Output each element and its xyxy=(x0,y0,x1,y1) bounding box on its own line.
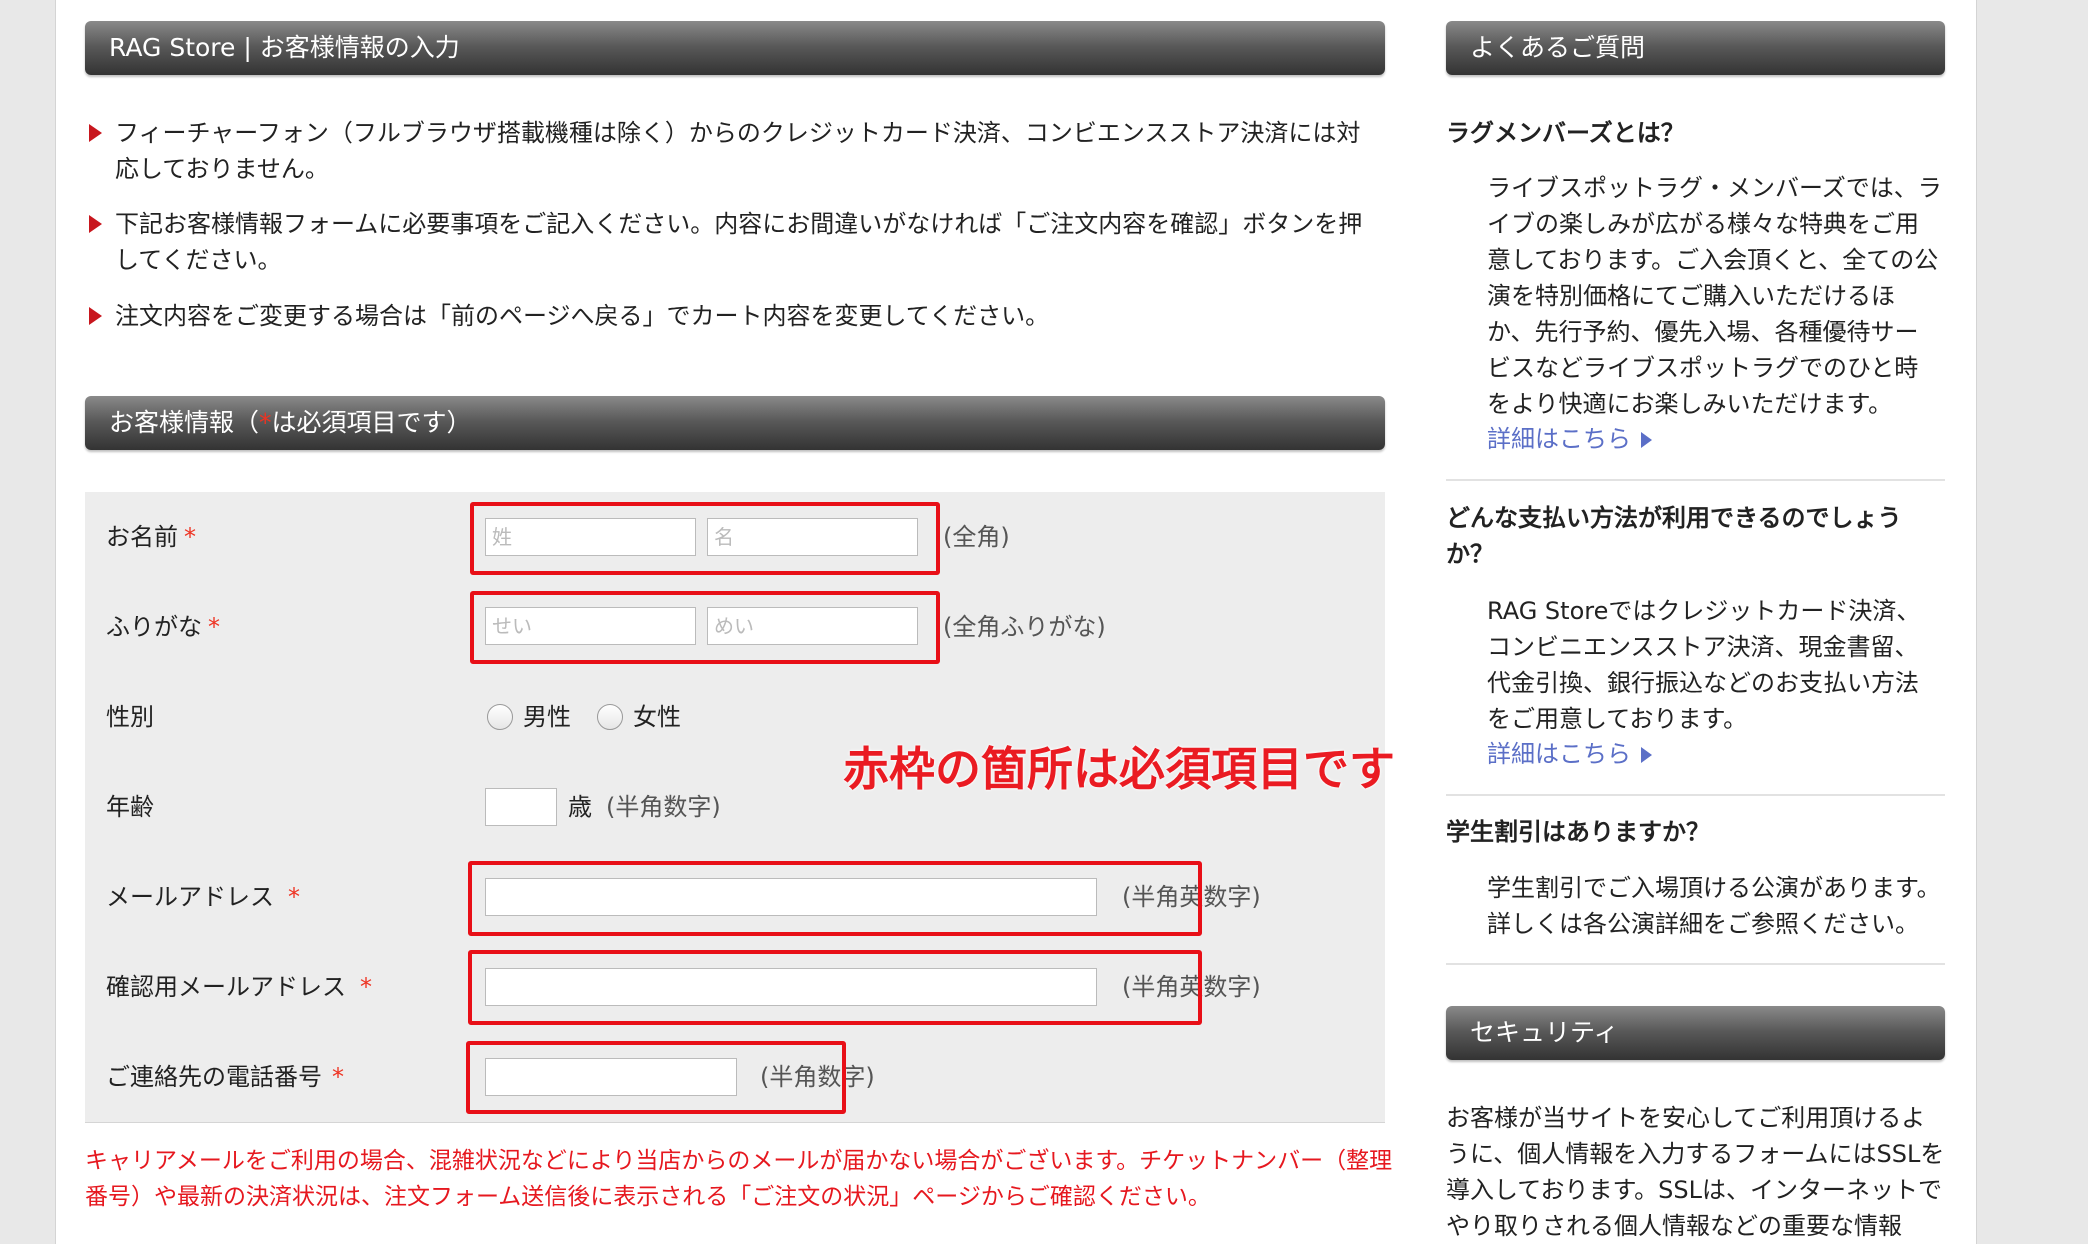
faq-answer: ライブスポットラグ・メンバーズでは、ライブの楽しみが広がる様々な特典をご用意して… xyxy=(1487,174,1942,418)
male-label[interactable]: 男性 xyxy=(523,702,571,732)
notice-item: 注文内容をご変更する場合は「前のページへ戻る」でカート内容を変更してください。 xyxy=(89,298,1379,334)
faq-question: ラグメンバーズとは？ xyxy=(1446,119,1685,147)
age-input[interactable] xyxy=(485,788,557,826)
required-mark: * xyxy=(208,613,220,641)
page-title: RAG Store | お客様情報の入力 xyxy=(109,33,460,62)
faq-question: 学生割引はありますか？ xyxy=(1446,818,1710,846)
required-mark: * xyxy=(259,408,272,437)
faq-detail-link[interactable]: 詳細はこちら xyxy=(1487,736,1652,772)
faq-divider xyxy=(1446,963,1945,965)
name-note: (全角) xyxy=(943,523,1010,551)
required-callout: 赤枠の箇所は必須項目です xyxy=(843,742,1395,796)
required-mark: * xyxy=(332,1063,344,1091)
notice-item: 下記お客様情報フォームに必要事項をご記入ください。内容にお間違いがなければ「ご注… xyxy=(89,206,1379,278)
required-frame xyxy=(466,1041,846,1114)
female-radio[interactable] xyxy=(597,704,623,730)
notice-text: 下記お客様情報フォームに必要事項をご記入ください。内容にお間違いがなければ「ご注… xyxy=(115,210,1363,274)
required-frame xyxy=(470,502,940,575)
required-frame xyxy=(470,591,940,664)
email-label: メールアドレス * xyxy=(106,883,300,911)
carrier-mail-warning: キャリアメールをご利用の場合、混雑状況などにより当店からのメールが届かない場合が… xyxy=(85,1148,1393,1210)
notice-text: フィーチャーフォン（フルブラウザ搭載機種は除く）からのクレジットカード決済、コン… xyxy=(115,119,1361,183)
name-label: お名前 * xyxy=(106,523,196,551)
faq-divider xyxy=(1446,479,1945,481)
faq-detail-link[interactable]: 詳細はこちら xyxy=(1487,421,1652,457)
bullet-arrow-icon xyxy=(89,307,102,325)
age-label: 年齢 xyxy=(106,793,154,821)
furigana-label: ふりがな * xyxy=(106,613,220,641)
female-label[interactable]: 女性 xyxy=(633,702,681,732)
age-note: (半角数字) xyxy=(606,793,721,821)
notice-item: フィーチャーフォン（フルブラウザ搭載機種は除く）からのクレジットカード決済、コン… xyxy=(89,115,1379,187)
arrow-right-icon xyxy=(1641,432,1652,448)
faq-divider xyxy=(1446,794,1945,796)
required-mark: * xyxy=(360,973,372,1001)
faq-header: よくあるご質問 xyxy=(1446,21,1945,75)
email-confirm-label: 確認用メールアドレス * xyxy=(106,973,372,1001)
notice-text: 注文内容をご変更する場合は「前のページへ戻る」でカート内容を変更してください。 xyxy=(115,302,1050,330)
male-radio[interactable] xyxy=(487,704,513,730)
main-header: RAG Store | お客様情報の入力 xyxy=(85,21,1385,75)
faq-title: よくあるご質問 xyxy=(1470,33,1646,62)
section-title: お客様情報（ xyxy=(109,408,260,437)
security-text: お客様が当サイトを安心してご利用頂けるように、個人情報を入力するフォームにはSS… xyxy=(1446,1104,1945,1240)
required-frame xyxy=(468,861,1202,936)
bullet-arrow-icon xyxy=(89,124,102,142)
faq-answer: RAG Storeではクレジットカード決済、コンビニエンスストア決済、現金書留、… xyxy=(1487,597,1921,733)
security-header: セキュリティ xyxy=(1446,1006,1945,1060)
customer-section-header: お客様情報（*は必須項目です） xyxy=(85,396,1385,450)
faq-answer: 学生割引でご入場頂ける公演があります。詳しくは各公演詳細をご参照ください。 xyxy=(1487,874,1941,938)
security-title: セキュリティ xyxy=(1470,1018,1619,1047)
required-mark: * xyxy=(184,523,196,551)
phone-label: ご連絡先の電話番号 * xyxy=(106,1063,344,1091)
arrow-right-icon xyxy=(1641,747,1652,763)
required-mark: * xyxy=(288,883,300,911)
gender-label: 性別 xyxy=(106,703,154,731)
required-frame xyxy=(468,950,1202,1025)
section-title-suffix: は必須項目です） xyxy=(271,408,472,437)
faq-question: どんな支払い方法が利用できるのでしょうか？ xyxy=(1446,504,1902,568)
bullet-arrow-icon xyxy=(89,215,102,233)
furigana-note: (全角ふりがな) xyxy=(943,613,1106,641)
age-unit: 歳 xyxy=(568,793,592,821)
